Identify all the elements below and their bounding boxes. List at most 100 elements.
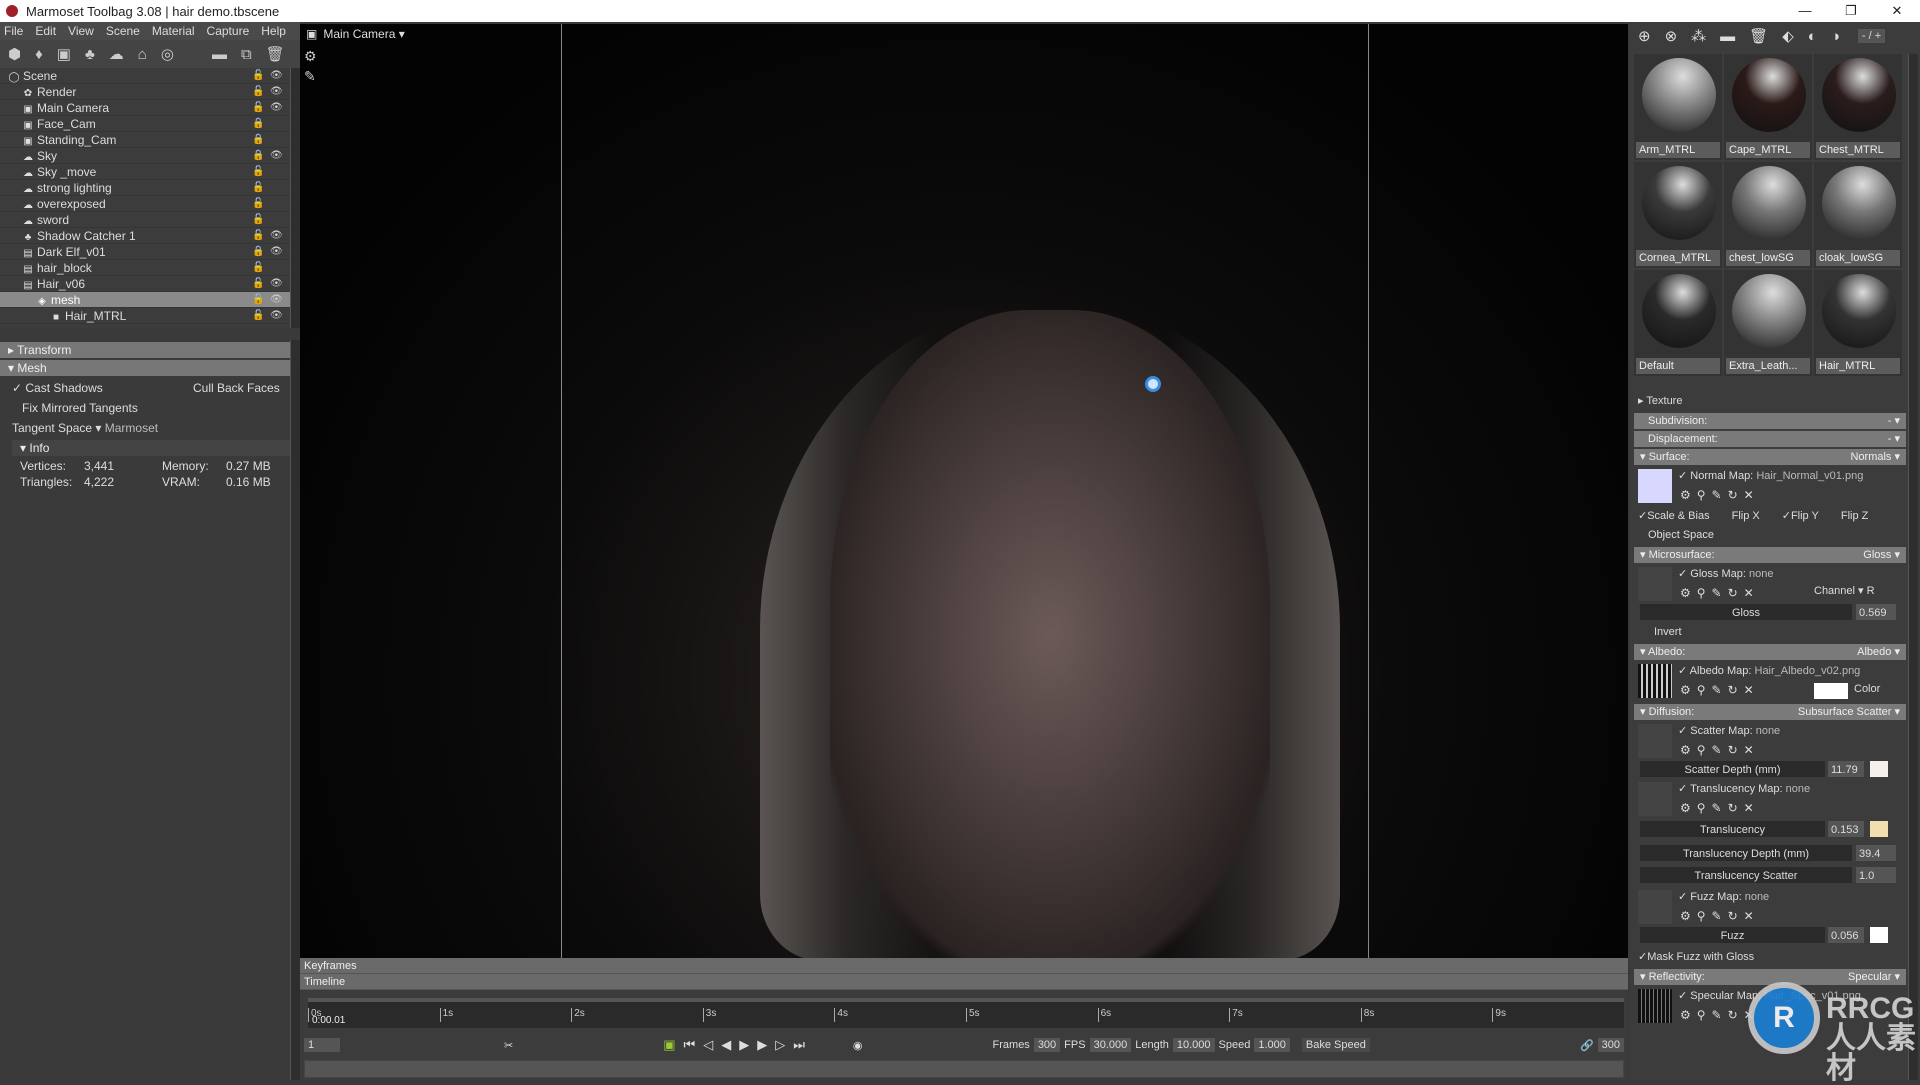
frames-field[interactable]: 300 <box>1033 1038 1061 1052</box>
menu-material[interactable]: Material <box>152 22 195 40</box>
scale-bias-checkbox[interactable]: ✓Scale & Bias <box>1638 507 1710 526</box>
keyframe-track[interactable] <box>304 1060 1624 1078</box>
material-thumbnail[interactable]: Cape_MTRL <box>1724 54 1812 160</box>
scissors-icon[interactable]: ✂ <box>504 1039 513 1052</box>
folder-icon[interactable]: ▬ <box>212 46 227 63</box>
translucency-depth-value[interactable]: 39.4 <box>1856 845 1896 861</box>
invert-checkbox[interactable]: Invert <box>1634 623 1906 642</box>
albedo-header[interactable]: ▾ Albedo: Albedo ▾ <box>1634 644 1906 660</box>
tree-item[interactable]: ▣ Main Camera 🔓 👁 <box>0 100 290 116</box>
gloss-value[interactable]: 0.569 <box>1856 604 1896 620</box>
add-sky-icon[interactable]: ☁ <box>109 45 124 63</box>
albedo-color-swatch[interactable] <box>1814 683 1848 699</box>
tree-item[interactable]: ▣ Face_Cam 🔒 <box>0 116 290 132</box>
unlock-icon[interactable]: 🔓 <box>252 308 264 324</box>
diffusion-header[interactable]: ▾ Diffusion: Subsurface Scatter ▾ <box>1634 704 1906 720</box>
unlock-icon[interactable]: 🔓 <box>252 84 264 100</box>
picker-icon[interactable]: ◐ <box>1808 28 1817 45</box>
tree-item[interactable]: ♣ Shadow Catcher 1 🔓 👁 <box>0 228 290 244</box>
visibility-eye-icon[interactable]: 👁 <box>270 68 283 84</box>
mesh-section[interactable]: ▾ Mesh <box>0 360 290 376</box>
object-space-checkbox[interactable]: Object Space <box>1634 526 1906 545</box>
material-thumbnail[interactable]: Chest_MTRL <box>1814 54 1902 160</box>
delete-material-icon[interactable]: 🗑 <box>1749 27 1768 45</box>
eyedropper-icon[interactable]: ◑ <box>1831 28 1840 45</box>
last-frame-icon[interactable]: ⏭ <box>793 1037 813 1052</box>
translucency-map-actions[interactable]: ⚙⚲✎↻✕ <box>1634 799 1906 818</box>
tree-item[interactable]: ▣ Standing_Cam 🔒 <box>0 132 290 148</box>
menu-view[interactable]: View <box>68 22 94 40</box>
flip-z-checkbox[interactable]: Flip Z <box>1841 507 1869 526</box>
flip-y-checkbox[interactable]: ✓Flip Y <box>1782 507 1819 526</box>
material-page-control[interactable]: - / + <box>1857 29 1886 43</box>
visibility-eye-icon[interactable]: 👁 <box>270 292 283 308</box>
prev-key-icon[interactable]: ◁ <box>703 1037 721 1052</box>
material-props-scrollbar[interactable] <box>1908 392 1918 1080</box>
camera-dropdown[interactable]: Main Camera ▾ <box>323 27 404 41</box>
material-thumbnail[interactable]: chest_lowSG <box>1724 162 1812 268</box>
duplicate-material-icon[interactable]: ⊗ <box>1665 27 1678 45</box>
transform-section[interactable]: ▸ Transform <box>0 342 290 358</box>
translucency-slider[interactable]: Translucency <box>1640 821 1825 837</box>
link-icon[interactable]: 🔗 <box>1580 1039 1594 1052</box>
tree-item[interactable]: ☁ Sky _move 🔓 <box>0 164 290 180</box>
gloss-slider[interactable]: Gloss <box>1640 604 1852 620</box>
properties-scrollbar[interactable] <box>290 340 300 1080</box>
material-thumbnail[interactable]: Arm_MTRL <box>1634 54 1722 160</box>
add-mesh-icon[interactable]: ⬢ <box>8 45 21 63</box>
lock-icon[interactable]: 🔒 <box>252 244 264 260</box>
menu-edit[interactable]: Edit <box>35 22 56 40</box>
tree-item[interactable]: ▤ Dark Elf_v01 🔒 👁 <box>0 244 290 260</box>
material-thumbnail[interactable]: Hair_MTRL <box>1814 270 1902 376</box>
fuzz-slider[interactable]: Fuzz <box>1640 927 1825 943</box>
material-thumbnail[interactable]: Cornea_MTRL <box>1634 162 1722 268</box>
record-icon[interactable]: ▣ <box>663 1037 683 1052</box>
step-forward-icon[interactable]: ▶ <box>757 1037 775 1052</box>
unlock-icon[interactable]: 🔓 <box>252 100 264 116</box>
subdivision-dropdown[interactable]: Subdivision: - ▾ <box>1634 413 1906 429</box>
tangent-space-dropdown[interactable]: ▾ Marmoset <box>95 421 158 435</box>
bake-speed-button[interactable]: Bake Speed <box>1301 1038 1370 1052</box>
visibility-eye-icon[interactable]: 👁 <box>270 148 283 164</box>
lock-icon[interactable]: 🔒 <box>252 148 264 164</box>
visibility-eye-icon[interactable]: 👁 <box>270 276 283 292</box>
transport-buttons[interactable]: ▣⏮◁◀▶▶▷⏭ <box>663 1037 813 1053</box>
mask-fuzz-checkbox[interactable]: ✓Mask Fuzz with Gloss <box>1634 948 1906 967</box>
add-light-icon[interactable]: ♦ <box>35 46 43 63</box>
gloss-channel-dropdown[interactable]: Channel ▾ R <box>1814 584 1875 597</box>
info-section[interactable]: ▾ Info <box>12 440 290 456</box>
translucency-color-swatch[interactable] <box>1870 821 1888 837</box>
displacement-dropdown[interactable]: Displacement: - ▾ <box>1634 431 1906 447</box>
reflectivity-header[interactable]: ▾ Reflectivity: Specular ▾ <box>1634 969 1906 985</box>
tree-item[interactable]: ✿ Render 🔓 👁 <box>0 84 290 100</box>
length-field[interactable]: 10.000 <box>1172 1038 1215 1052</box>
tree-item[interactable]: ▤ hair_block 🔓 <box>0 260 290 276</box>
material-thumbnail[interactable]: Default <box>1634 270 1722 376</box>
unlock-icon[interactable]: 🔓 <box>252 292 264 308</box>
translucency-value[interactable]: 0.153 <box>1828 821 1864 837</box>
material-grid-scrollbar[interactable] <box>1908 54 1918 394</box>
visibility-eye-icon[interactable]: 👁 <box>270 228 283 244</box>
tree-item[interactable]: ☁ strong lighting 🔓 <box>0 180 290 196</box>
lock-icon[interactable]: 🔒 <box>252 132 264 148</box>
texture-section[interactable]: ▸ Texture <box>1634 392 1906 411</box>
fps-field[interactable]: 30.000 <box>1089 1038 1132 1052</box>
fuzz-value[interactable]: 0.056 <box>1828 927 1864 943</box>
keyframes-header[interactable]: Keyframes <box>300 958 1628 974</box>
scatter-color-swatch[interactable] <box>1870 761 1888 777</box>
trash-icon[interactable]: 🗑 <box>266 45 285 63</box>
menu-file[interactable]: File <box>4 22 23 40</box>
cull-back-faces-checkbox[interactable]: Cull Back Faces <box>193 378 280 398</box>
material-thumbnail[interactable]: cloak_lowSG <box>1814 162 1902 268</box>
scatter-depth-slider[interactable]: Scatter Depth (mm) <box>1640 761 1825 777</box>
brush-icon[interactable]: ✎ <box>304 68 316 85</box>
add-disc-icon[interactable]: ◎ <box>161 45 174 63</box>
visibility-eye-icon[interactable]: 👁 <box>270 308 283 324</box>
add-camera-icon[interactable]: ▣ <box>57 45 71 63</box>
folder-icon[interactable]: ▬ <box>1720 28 1735 45</box>
unlock-icon[interactable]: 🔓 <box>252 228 264 244</box>
duplicate-icon[interactable]: ⧉ <box>241 46 252 63</box>
current-frame-field[interactable]: 1 <box>304 1038 340 1052</box>
visibility-eye-icon[interactable]: 👁 <box>270 84 283 100</box>
translucency-scatter-value[interactable]: 1.0 <box>1856 867 1896 883</box>
